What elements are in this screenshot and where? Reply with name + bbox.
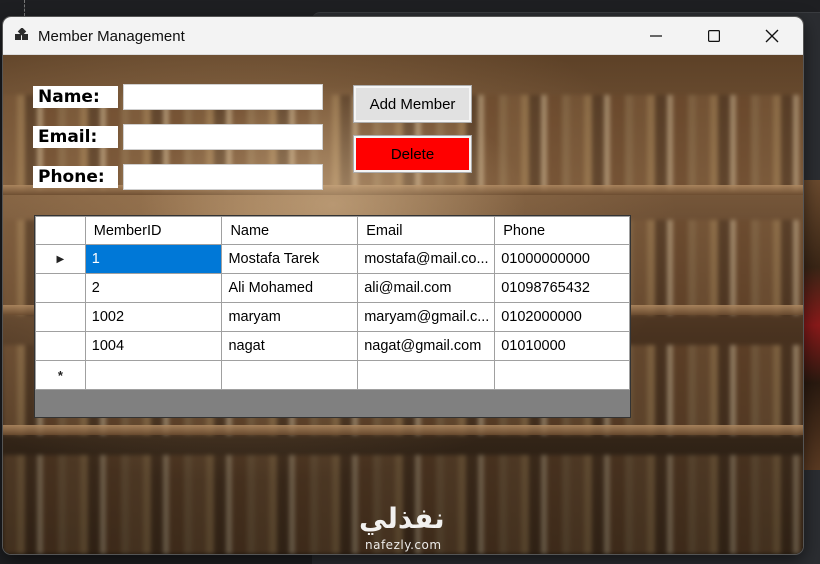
table-row[interactable]: 1002 maryam maryam@gmail.c... 0102000000 [35, 302, 630, 332]
maximize-icon [708, 29, 720, 42]
cell-memberid[interactable]: 1 [84, 244, 223, 274]
cell-email[interactable]: nagat@gmail.com [357, 331, 496, 361]
form-client-area: Name: Email: Phone: Add Member Delete Me… [3, 55, 803, 554]
column-header-name[interactable]: Name [221, 216, 359, 245]
window-title: Member Management [38, 28, 185, 45]
cell-phone-new[interactable] [494, 360, 630, 390]
cell-memberid[interactable]: 1002 [84, 302, 223, 332]
cell-phone[interactable]: 01098765432 [494, 273, 630, 303]
table-row[interactable]: 1004 nagat nagat@gmail.com 01010000 [35, 331, 630, 361]
grid-corner-header[interactable] [35, 216, 86, 245]
watermark-latin: nafezly.com [365, 538, 442, 552]
cell-memberid[interactable]: 1004 [84, 331, 223, 361]
row-header-new[interactable]: * [35, 360, 86, 390]
bookshelf-background-shelf [3, 425, 803, 435]
cell-name[interactable]: Ali Mohamed [221, 273, 359, 303]
email-input[interactable] [123, 124, 323, 150]
title-bar[interactable]: Member Management [3, 17, 803, 55]
phone-label: Phone: [33, 166, 118, 188]
cell-email[interactable]: maryam@gmail.c... [357, 302, 496, 332]
column-header-memberid[interactable]: MemberID [84, 216, 223, 245]
cell-name[interactable]: nagat [221, 331, 359, 361]
cell-name[interactable]: Mostafa Tarek [221, 244, 359, 274]
cell-name[interactable]: maryam [221, 302, 359, 332]
cell-phone[interactable]: 01000000000 [494, 244, 630, 274]
cell-phone[interactable]: 0102000000 [494, 302, 630, 332]
column-header-phone[interactable]: Phone [494, 216, 630, 245]
minimize-icon [650, 34, 662, 37]
name-input[interactable] [123, 84, 323, 110]
cell-email-new[interactable] [357, 360, 496, 390]
table-row[interactable]: 2 Ali Mohamed ali@mail.com 01098765432 [35, 273, 630, 303]
close-icon [765, 29, 779, 42]
row-header[interactable] [35, 331, 86, 361]
desktop-guide-line [24, 0, 25, 16]
members-data-grid[interactable]: MemberID Name Email Phone ▶ 1 Mostafa Ta… [34, 215, 631, 418]
name-label: Name: [33, 86, 118, 108]
delete-button[interactable]: Delete [354, 136, 471, 172]
close-button[interactable] [743, 17, 801, 54]
cell-name-new[interactable] [221, 360, 359, 390]
email-label: Email: [33, 126, 118, 148]
table-row[interactable]: ▶ 1 Mostafa Tarek mostafa@mail.co... 010… [35, 244, 630, 274]
watermark-arabic: نفذلي [359, 502, 445, 535]
grid-header-row: MemberID Name Email Phone [35, 216, 630, 245]
cell-memberid[interactable]: 2 [84, 273, 223, 303]
cell-memberid-new[interactable] [84, 360, 223, 390]
background-window-edge [803, 180, 820, 470]
phone-input[interactable] [123, 164, 323, 190]
column-header-email[interactable]: Email [357, 216, 496, 245]
new-row-asterisk-icon: * [57, 367, 63, 383]
row-header[interactable] [35, 302, 86, 332]
minimize-button[interactable] [627, 17, 685, 54]
cell-email[interactable]: ali@mail.com [357, 273, 496, 303]
new-table-row[interactable]: * [35, 360, 630, 390]
add-member-button[interactable]: Add Member [354, 86, 471, 122]
current-row-arrow-icon: ▶ [56, 253, 65, 265]
member-management-window: Member Management Name: Email: Phone: Ad… [3, 17, 803, 554]
row-header[interactable] [35, 273, 86, 303]
app-windows-icon [15, 28, 28, 40]
members-table: MemberID Name Email Phone ▶ 1 Mostafa Ta… [35, 216, 630, 390]
maximize-button[interactable] [685, 17, 743, 54]
cell-phone[interactable]: 01010000 [494, 331, 630, 361]
cell-email[interactable]: mostafa@mail.co... [357, 244, 496, 274]
row-header-current[interactable]: ▶ [35, 244, 86, 274]
